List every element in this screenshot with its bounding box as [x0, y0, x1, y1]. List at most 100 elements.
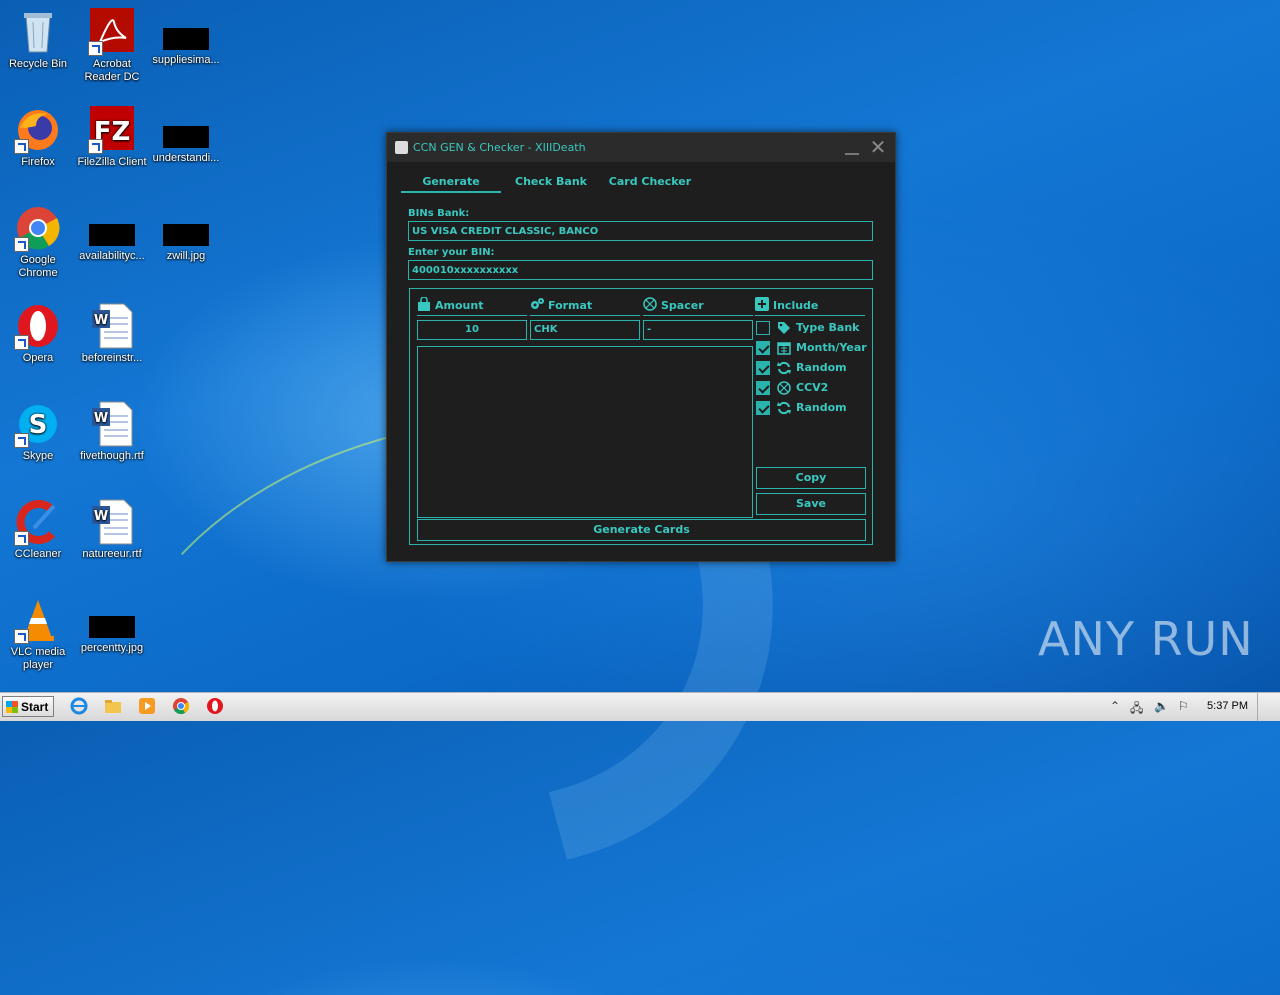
desktop-icon-opera[interactable]: Opera [0, 302, 76, 365]
word-document-icon: W [88, 400, 136, 448]
gears-icon [530, 297, 544, 311]
desktop-icon-filezilla[interactable]: FZ FileZilla Client [74, 106, 150, 169]
shortcut-arrow-icon [14, 237, 29, 252]
shortcut-arrow-icon [14, 335, 29, 350]
tray-expand-icon[interactable]: ⌃ [1110, 699, 1120, 713]
format-input[interactable]: CHK [530, 320, 640, 340]
desktop-icon-beforeinstr[interactable]: W beforeinstr... [74, 302, 150, 365]
refresh-icon [777, 401, 791, 415]
tab-card-checker[interactable]: Card Checker [607, 175, 693, 188]
bin-label: Enter your BIN: [408, 247, 495, 258]
start-button[interactable]: Start [2, 696, 54, 717]
generated-cards-output[interactable] [417, 346, 753, 518]
tab-check-bank[interactable]: Check Bank [511, 175, 591, 188]
desktop-icon-understandi[interactable]: understandi... [148, 106, 224, 165]
redacted-thumbnail [89, 616, 135, 638]
svg-text:W: W [94, 411, 108, 426]
calendar-icon [777, 341, 791, 355]
ccleaner-icon [14, 498, 62, 546]
amount-input[interactable]: 10 [417, 320, 527, 340]
desktop-icon-label: CCleaner [14, 548, 62, 560]
desktop-icon-label: percentty.jpg [80, 642, 144, 654]
volume-icon[interactable]: 🔈 [1154, 699, 1169, 713]
desktop-icon-label: zwill.jpg [166, 250, 206, 262]
ccv2-checkbox[interactable] [756, 381, 770, 395]
desktop-icon-label: availabilityc... [79, 250, 145, 262]
desktop-icon-zwill[interactable]: zwill.jpg [148, 204, 224, 263]
format-header: Format [530, 297, 640, 316]
chrome-taskbar-icon[interactable] [172, 697, 190, 715]
copy-button[interactable]: Copy [756, 467, 866, 489]
minimize-button[interactable] [845, 153, 859, 155]
desktop-icon-firefox[interactable]: Firefox [0, 106, 76, 169]
clock[interactable]: 5:37 PM [1207, 700, 1248, 712]
desktop-icon-label: understandi... [152, 152, 220, 164]
desktop-icon-vlc[interactable]: VLC media player [0, 596, 76, 672]
desktop-icon-skype[interactable]: S Skype [0, 400, 76, 463]
app-icon [395, 141, 408, 154]
window-title: CCN GEN & Checker - XIIIDeath [413, 141, 586, 154]
network-icon [777, 381, 791, 395]
shortcut-arrow-icon [14, 139, 29, 154]
month-year-checkbox[interactable] [756, 341, 770, 355]
save-button[interactable]: Save [756, 493, 866, 515]
desktop-icon-fivethough[interactable]: W fivethough.rtf [74, 400, 150, 463]
desktop-icon-natureeur[interactable]: W natureeur.rtf [74, 498, 150, 561]
desktop-icon-label: fivethough.rtf [80, 450, 144, 462]
word-document-icon: W [88, 498, 136, 546]
type-bank-checkbox[interactable] [756, 321, 770, 335]
filezilla-icon: FZ [88, 106, 136, 154]
spacer-icon [643, 297, 657, 311]
shortcut-arrow-icon [88, 139, 103, 154]
show-desktop-button[interactable] [1257, 693, 1280, 721]
ccn-gen-window: CCN GEN & Checker - XIIIDeath ✕ Generate… [386, 132, 896, 562]
desktop-icon-percentty[interactable]: percentty.jpg [74, 596, 150, 655]
svg-text:S: S [29, 410, 48, 440]
acrobat-icon [88, 8, 136, 56]
shortcut-arrow-icon [88, 41, 103, 56]
desktop-icon-label: Acrobat Reader DC [84, 58, 140, 83]
include-header: Include [755, 297, 865, 316]
desktop-icon-suppliesima[interactable]: suppliesima... [148, 8, 224, 67]
desktop-icon-acrobat[interactable]: Acrobat Reader DC [74, 8, 150, 84]
bin-input[interactable]: 400010xxxxxxxxxx [408, 260, 873, 280]
desktop-icon-label: suppliesima... [152, 54, 220, 66]
media-player-icon[interactable] [138, 697, 156, 715]
shopping-bag-icon [417, 296, 431, 311]
random-checkbox[interactable] [756, 361, 770, 375]
desktop-icon-label: Opera [22, 352, 54, 364]
desktop-icon-chrome[interactable]: Google Chrome [0, 204, 76, 280]
desktop-icon-ccleaner[interactable]: CCleaner [0, 498, 76, 561]
random-checkbox[interactable] [756, 401, 770, 415]
generate-cards-button[interactable]: Generate Cards [417, 519, 866, 541]
vlc-icon [14, 596, 62, 644]
amount-header: Amount [417, 296, 527, 316]
spacer-input[interactable]: - [643, 320, 753, 340]
shortcut-arrow-icon [14, 531, 29, 546]
taskbar: Start ⌃ 🖧 🔈 ⚐ 5:37 PM [0, 692, 1280, 721]
desktop-icon-availability[interactable]: availabilityc... [74, 204, 150, 263]
skype-icon: S [14, 400, 62, 448]
bins-bank-field[interactable]: US VISA CREDIT CLASSIC, BANCO [408, 221, 873, 241]
title-bar[interactable]: CCN GEN & Checker - XIIIDeath ✕ [387, 133, 895, 162]
network-tray-icon[interactable]: 🖧 [1130, 699, 1143, 720]
chrome-icon [14, 204, 62, 252]
svg-text:W: W [94, 509, 108, 524]
generate-panel: Amount Format Spacer Include 10 CHK - Ty… [409, 288, 873, 545]
desktop-icon-label: VLC media player [10, 646, 66, 671]
file-explorer-icon[interactable] [104, 697, 122, 715]
desktop-icon-recycle-bin[interactable]: Recycle Bin [0, 8, 76, 71]
desktop-icon-label: FileZilla Client [77, 156, 147, 168]
action-center-flag-icon[interactable]: ⚐ [1178, 699, 1189, 713]
opera-taskbar-icon[interactable] [206, 697, 224, 715]
desktop-icon-label: Skype [22, 450, 54, 462]
close-button[interactable]: ✕ [869, 137, 887, 157]
refresh-icon [777, 361, 791, 375]
shortcut-arrow-icon [14, 629, 29, 644]
tab-generate[interactable]: Generate [401, 175, 501, 193]
internet-explorer-icon[interactable] [70, 697, 88, 715]
desktop-icon-label: beforeinstr... [81, 352, 143, 364]
redacted-thumbnail [89, 224, 135, 246]
word-document-icon: W [88, 302, 136, 350]
firefox-icon [14, 106, 62, 154]
